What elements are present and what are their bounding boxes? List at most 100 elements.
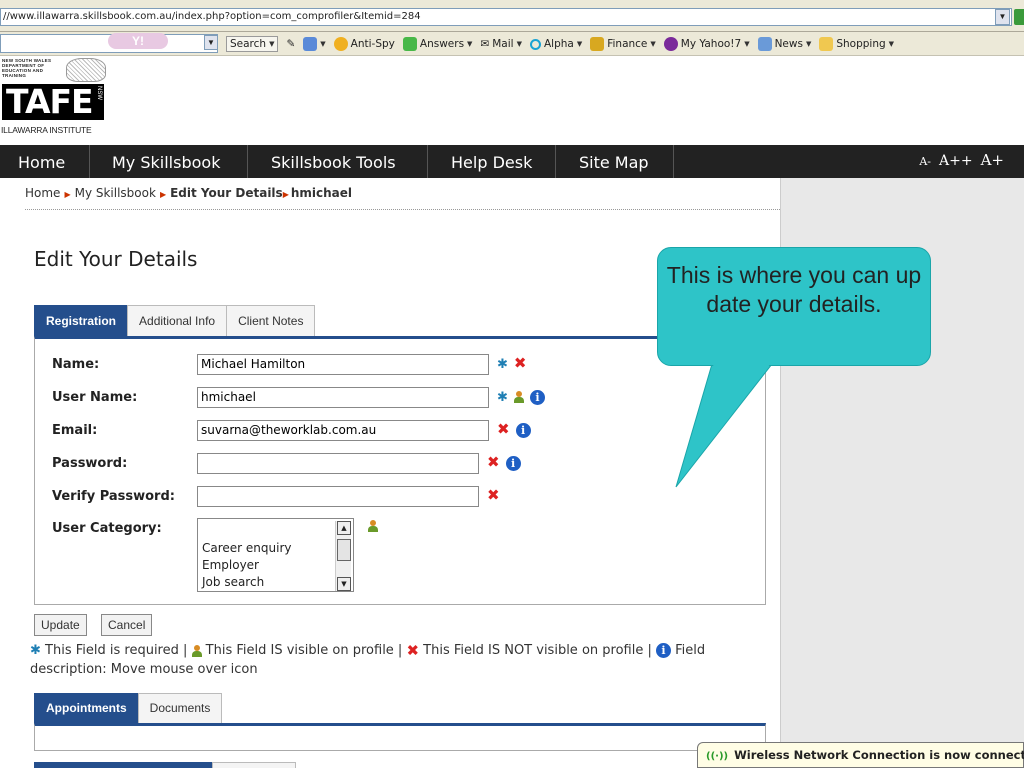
- toolbar-my-yahoo[interactable]: My Yahoo!7 ▼: [663, 37, 750, 51]
- toolbar-search-button[interactable]: Search ▼: [226, 36, 279, 52]
- visible-icon: [368, 520, 378, 532]
- window-icon[interactable]: ▼: [303, 37, 326, 51]
- alpha-icon: [529, 38, 541, 50]
- verify-password-field[interactable]: [197, 485, 479, 507]
- email-label: Email:: [52, 422, 98, 438]
- info-icon[interactable]: i: [515, 422, 531, 438]
- nsw-text: NSW: [96, 86, 102, 100]
- required-icon: ✱: [30, 643, 41, 658]
- anti-spy-icon: [333, 37, 348, 51]
- toolbar-finance[interactable]: Finance ▼: [590, 37, 656, 51]
- cancel-button[interactable]: Cancel: [101, 614, 153, 636]
- category-option[interactable]: Career enquiry: [202, 540, 292, 557]
- appointments-panel: [34, 723, 766, 751]
- breadcrumb-arrow-icon: ▶: [159, 190, 167, 199]
- url-dropdown-icon[interactable]: ▼: [995, 9, 1010, 25]
- scroll-up-icon[interactable]: ▲: [337, 521, 351, 535]
- breadcrumb-user: hmichael: [290, 186, 353, 200]
- info-icon: i: [655, 643, 671, 658]
- toolbar-mail[interactable]: ✉ Mail ▼: [480, 38, 522, 50]
- scroll-down-icon[interactable]: ▼: [337, 577, 351, 591]
- user-category-row: User Category: Career enquiry Employer J…: [52, 518, 752, 594]
- email-field[interactable]: [197, 419, 489, 441]
- nav-help-desk[interactable]: Help Desk: [428, 145, 556, 178]
- yahoo-logo: Y!: [108, 33, 168, 49]
- font-smaller-button[interactable]: A-: [919, 155, 931, 168]
- username-row: User Name: ✱ i: [52, 386, 752, 408]
- finance-icon: [590, 37, 605, 51]
- network-notification[interactable]: ((·)) Wireless Network Connection is now …: [697, 742, 1024, 768]
- font-larger-button[interactable]: A+: [981, 151, 1004, 169]
- breadcrumb-arrow-icon: ▶: [282, 190, 289, 199]
- crest-icon: [66, 58, 106, 82]
- news-icon: [757, 37, 772, 51]
- info-icon[interactable]: i: [529, 389, 545, 405]
- tab-appointments[interactable]: Appointments: [34, 693, 139, 723]
- info-icon[interactable]: i: [505, 455, 521, 471]
- legend-not-visible: This Field IS NOT visible on profile |: [423, 643, 652, 658]
- scroll-thumb[interactable]: [337, 539, 351, 561]
- institute-name: ILLAWARRA INSTITUTE: [1, 125, 92, 135]
- font-default-button[interactable]: A++: [939, 153, 973, 169]
- toolbar-alpha[interactable]: Alpha ▼: [529, 38, 582, 50]
- user-category-label: User Category:: [52, 521, 162, 536]
- site-header: NEW SOUTH WALES DEPARTMENT OF EDUCATION …: [0, 56, 1024, 145]
- name-label: Name:: [52, 356, 100, 372]
- answers-icon: [402, 37, 417, 51]
- password-label: Password:: [52, 455, 128, 471]
- callout-text: This is where you can up date your detai…: [666, 262, 922, 317]
- toolbar-news[interactable]: News ▼: [757, 37, 811, 51]
- mail-icon: ✉: [480, 38, 490, 50]
- password-row: Password: ✖ i: [52, 452, 752, 474]
- go-button[interactable]: [1014, 9, 1024, 25]
- field-legend: ✱ This Field is required | This Field IS…: [30, 641, 770, 679]
- nav-my-skillsbook[interactable]: My Skillsbook: [90, 145, 248, 178]
- tafe-logo[interactable]: TAFE: [2, 84, 104, 120]
- user-category-select[interactable]: Career enquiry Employer Job search ▲ ▼: [197, 518, 354, 592]
- not-visible-icon: ✖: [487, 487, 500, 504]
- not-visible-icon: ✖: [487, 454, 500, 471]
- yahoo-toolbar: Y! ▼ Search ▼ ✎ ▼ Anti-Spy Answers ▼ ✉ Mail…: [0, 32, 1024, 56]
- toolbar-search-label: Search: [230, 38, 267, 50]
- appointment-tabs: Appointments Documents: [34, 693, 223, 723]
- shopping-icon: [819, 37, 834, 51]
- category-option[interactable]: Employer: [202, 557, 292, 574]
- search-dropdown-icon[interactable]: ▼: [204, 35, 218, 50]
- required-icon: ✱: [497, 389, 508, 404]
- my-yahoo-icon: [663, 37, 678, 51]
- nav-home[interactable]: Home: [0, 145, 90, 178]
- breadcrumb-home[interactable]: Home: [25, 186, 60, 200]
- pencil-icon[interactable]: ✎: [286, 38, 295, 50]
- nav-site-map[interactable]: Site Map: [556, 145, 674, 178]
- wireless-icon: ((·)): [706, 751, 729, 762]
- breadcrumb-my-skillsbook[interactable]: My Skillsbook: [75, 186, 156, 200]
- notification-text: Wireless Network Connection is now conne…: [734, 748, 1024, 762]
- main-nav: Home My Skillsbook Skillsbook Tools Help…: [0, 145, 1024, 178]
- next-section-tab-inactive[interactable]: [212, 762, 296, 768]
- breadcrumb-arrow-icon: ▶: [64, 190, 71, 199]
- url-input[interactable]: //www.illawarra.skillsbook.com.au/index.…: [0, 8, 1012, 26]
- tab-client-notes[interactable]: Client Notes: [226, 305, 316, 336]
- tab-documents[interactable]: Documents: [137, 693, 223, 723]
- next-section-tab[interactable]: [34, 762, 212, 768]
- breadcrumb-current: Edit Your Details: [170, 186, 283, 200]
- username-label: User Name:: [52, 389, 138, 405]
- department-text: NEW SOUTH WALES DEPARTMENT OF EDUCATION …: [2, 58, 52, 78]
- update-button[interactable]: Update: [34, 614, 87, 636]
- visible-icon: [191, 644, 202, 657]
- toolbar-anti-spy[interactable]: Anti-Spy: [333, 37, 395, 51]
- toolbar-shopping[interactable]: Shopping ▼: [819, 37, 894, 51]
- category-option[interactable]: Job search: [202, 574, 292, 591]
- nav-skillsbook-tools[interactable]: Skillsbook Tools: [248, 145, 428, 178]
- legend-visible: This Field IS visible on profile |: [205, 643, 403, 658]
- not-visible-icon: ✖: [497, 421, 510, 438]
- username-field[interactable]: [197, 386, 489, 408]
- tab-additional-info[interactable]: Additional Info: [127, 305, 228, 336]
- listbox-scrollbar[interactable]: ▲ ▼: [335, 521, 351, 591]
- registration-form: Name: ✱ ✖ User Name: ✱ i Email: ✖ i Passwor…: [34, 336, 766, 605]
- password-field[interactable]: [197, 452, 479, 474]
- page-title: Edit Your Details: [34, 247, 198, 271]
- tab-registration[interactable]: Registration: [34, 305, 129, 336]
- toolbar-answers[interactable]: Answers ▼: [402, 37, 472, 51]
- name-field[interactable]: [197, 353, 489, 375]
